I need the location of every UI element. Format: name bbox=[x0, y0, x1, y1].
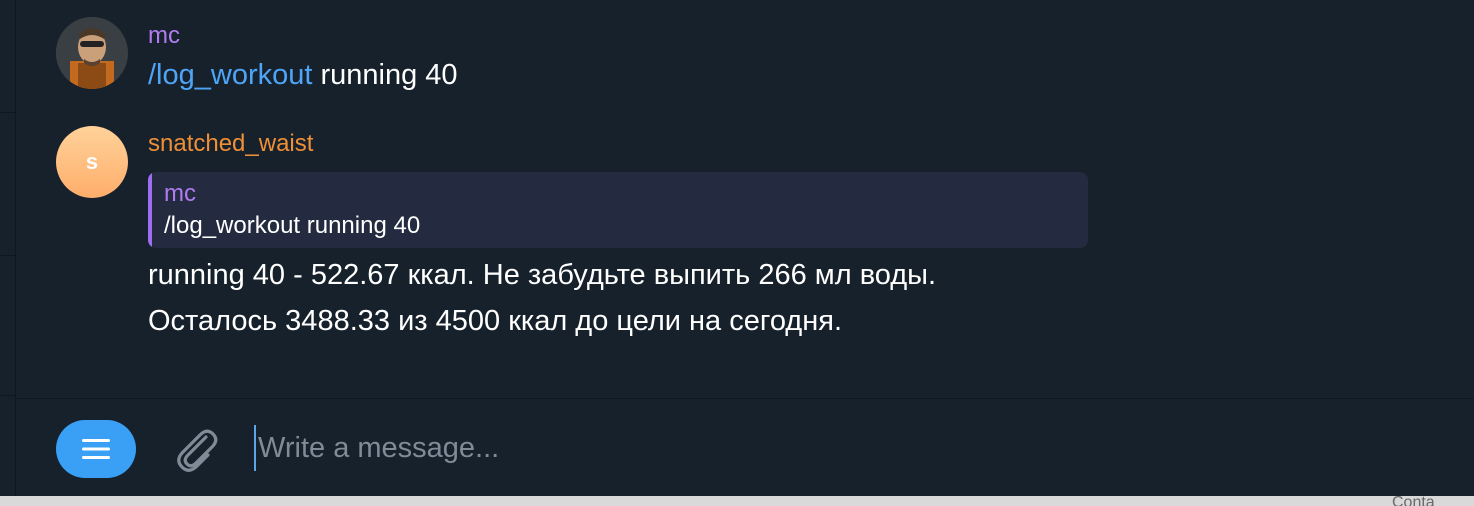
reply-sender: mc bbox=[164, 180, 196, 207]
menu-button[interactable] bbox=[56, 420, 136, 478]
chat-window: mc /log_workout running 40 s snatched_wa… bbox=[0, 0, 1474, 506]
attach-button[interactable] bbox=[172, 423, 220, 475]
left-panel-edge bbox=[0, 0, 16, 496]
command-link[interactable]: /log_workout bbox=[148, 59, 312, 91]
divider bbox=[0, 112, 15, 113]
reply-accent-bar bbox=[148, 172, 152, 248]
bottom-strip-text: Conta bbox=[1392, 496, 1435, 506]
message-list: mc /log_workout running 40 s snatched_wa… bbox=[16, 0, 1474, 398]
reply-quote[interactable]: mc /log_workout running 40 bbox=[148, 172, 1088, 248]
message-composer bbox=[16, 398, 1474, 497]
avatar-mc[interactable] bbox=[56, 17, 128, 89]
divider bbox=[0, 395, 15, 396]
message-text: running 40 - 522.67 ккал. Не забудьте вы… bbox=[148, 252, 936, 344]
message-input[interactable] bbox=[254, 425, 1354, 471]
paperclip-icon bbox=[177, 429, 218, 472]
menu-icon bbox=[82, 439, 110, 459]
message-line: Осталось 3488.33 из 4500 ккал до цели на… bbox=[148, 305, 843, 337]
bottom-strip: Conta bbox=[0, 496, 1474, 506]
message-text-rest: running 40 bbox=[312, 59, 458, 91]
message-text: /log_workout running 40 bbox=[148, 52, 458, 98]
message-line: running 40 - 522.67 ккал. Не забудьте вы… bbox=[148, 259, 937, 291]
sender-name[interactable]: snatched_waist bbox=[148, 130, 313, 158]
reply-text: /log_workout running 40 bbox=[164, 212, 421, 239]
sender-name[interactable]: mc bbox=[148, 22, 180, 50]
divider bbox=[0, 255, 15, 256]
avatar-snatched-waist[interactable]: s bbox=[56, 126, 128, 198]
